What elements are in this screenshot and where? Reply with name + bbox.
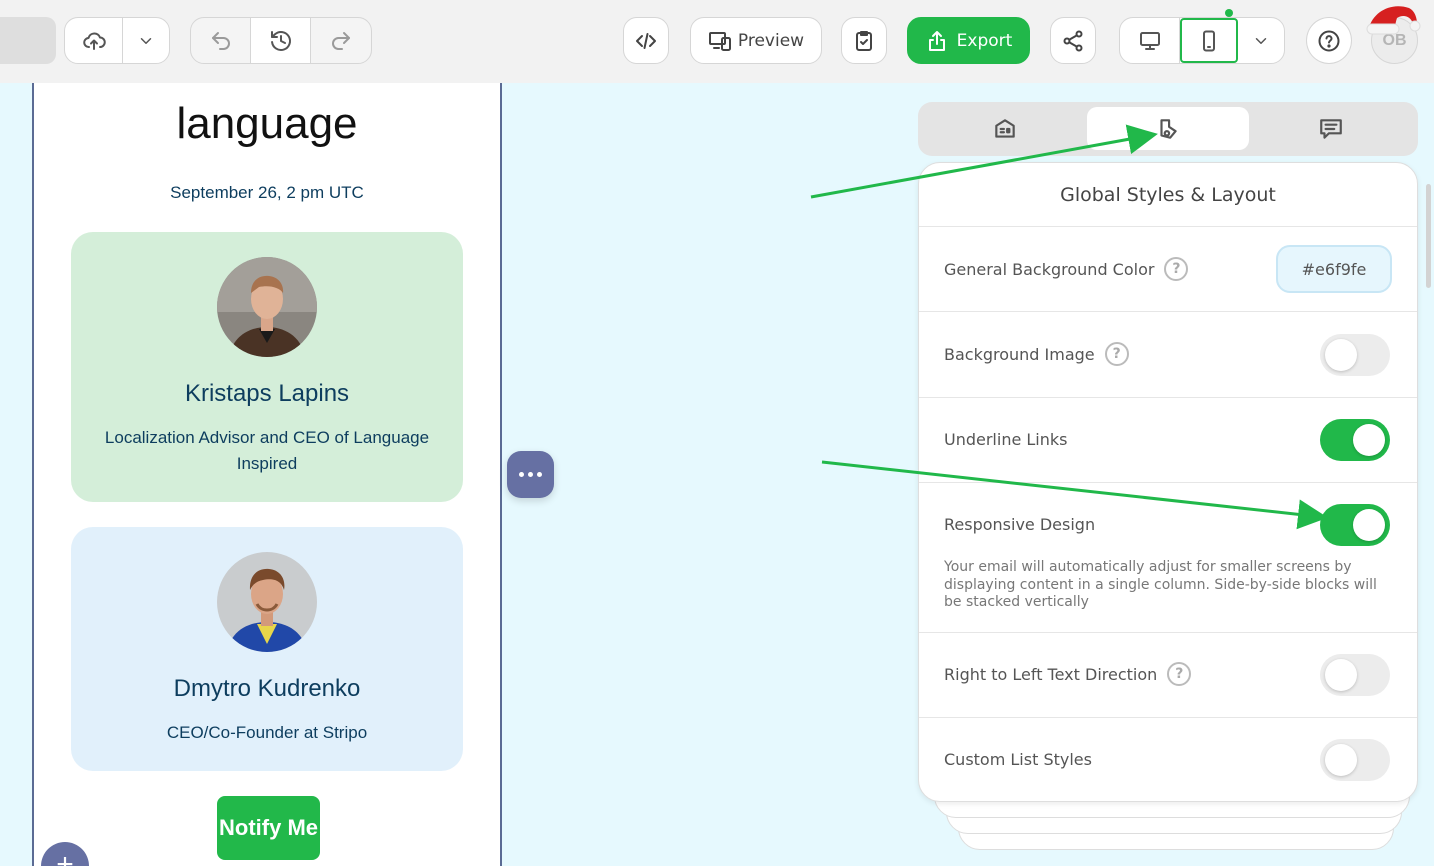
background-color-input[interactable]: #e6f9fe (1276, 245, 1392, 293)
setting-label: Background Image ? (944, 342, 1129, 366)
chevron-down-icon (1255, 37, 1266, 44)
help-button[interactable] (1306, 17, 1352, 64)
dot-icon (537, 472, 542, 477)
setting-row-background-color: General Background Color ? #e6f9fe (919, 227, 1417, 312)
mobile-view-button[interactable] (1180, 18, 1238, 63)
setting-label-text: Custom List Styles (944, 750, 1092, 769)
version-history-button[interactable] (251, 18, 311, 63)
email-heading: language (176, 99, 358, 148)
devices-icon (708, 31, 731, 51)
speaker-card[interactable]: Kristaps Lapins Localization Advisor and… (71, 232, 463, 502)
panel-title: Global Styles & Layout (919, 163, 1417, 227)
history-icon (270, 30, 291, 51)
undo-button[interactable] (191, 18, 252, 63)
speaker-name: Kristaps Lapins (184, 380, 350, 407)
dot-icon (528, 472, 533, 477)
save-group (64, 17, 170, 64)
custom-list-toggle[interactable] (1320, 739, 1390, 781)
device-switcher (1119, 17, 1285, 64)
speaker-card[interactable]: Dmytro Kudrenko CEO/Co-Founder at Stripo (71, 527, 463, 771)
dot-icon (519, 472, 524, 477)
speaker-name: Dmytro Kudrenko (173, 675, 361, 702)
setting-row-custom-list: Custom List Styles (919, 718, 1417, 801)
device-options-dropdown[interactable] (1238, 18, 1283, 63)
history-group (190, 17, 372, 64)
export-label: Export (956, 30, 1013, 51)
blocks-icon (995, 118, 1015, 138)
undo-icon (211, 31, 230, 50)
mobile-icon (1203, 30, 1215, 51)
export-icon (928, 30, 945, 51)
paint-bucket-icon (1160, 118, 1177, 139)
setting-label-text: Background Image (944, 344, 1095, 364)
preview-button[interactable]: Preview (690, 17, 822, 64)
speaker-photo (217, 552, 317, 652)
mobile-active-dot (1225, 9, 1233, 17)
desktop-icon (1139, 31, 1160, 50)
rtl-toggle[interactable] (1320, 654, 1390, 696)
responsive-design-description: Your email will automatically adjust for… (944, 559, 1377, 610)
more-options-button[interactable] (507, 451, 554, 498)
setting-row-underline-links: Underline Links (919, 398, 1417, 483)
desktop-view-button[interactable] (1120, 18, 1180, 63)
background-image-toggle[interactable] (1320, 334, 1390, 376)
help-icon[interactable]: ? (1164, 257, 1189, 281)
settings-tabs (918, 102, 1418, 156)
event-date: September 26, 2 pm UTC (170, 183, 364, 202)
share-button[interactable] (1050, 17, 1096, 64)
setting-label: Responsive Design (944, 515, 1095, 534)
setting-label-text: Underline Links (944, 430, 1068, 449)
clipboard-check-icon (856, 30, 872, 51)
top-toolbar: Preview Export OB (0, 0, 1434, 83)
chevron-down-icon (140, 37, 152, 44)
setting-label: Custom List Styles (944, 750, 1092, 769)
tab-global-styles[interactable] (1087, 107, 1249, 150)
cloud-upload-button[interactable] (65, 18, 123, 63)
setting-label: Underline Links (944, 430, 1068, 449)
global-styles-panel: Global Styles & Layout General Backgroun… (918, 162, 1418, 802)
setting-label: General Background Color ? (944, 257, 1189, 281)
code-editor-button[interactable] (623, 17, 669, 64)
speaker-role: Localization Advisor and CEO of Language… (104, 428, 430, 473)
help-icon[interactable]: ? (1167, 662, 1192, 686)
cloud-upload-icon (82, 31, 106, 50)
email-preview-frame[interactable]: language September 26, 2 pm UTC Kristaps… (32, 83, 502, 866)
toolbar-left-stub[interactable] (0, 17, 56, 64)
setting-label-text: Right to Left Text Direction (944, 664, 1158, 684)
setting-label: Right to Left Text Direction ? (944, 662, 1192, 686)
help-icon[interactable]: ? (1104, 342, 1129, 366)
setting-label-text: General Background Color (944, 259, 1155, 279)
redo-icon (331, 31, 350, 50)
setting-row-rtl: Right to Left Text Direction ? (919, 633, 1417, 718)
redo-button[interactable] (311, 18, 371, 63)
setting-row-responsive-design: Responsive Design Your email will automa… (919, 483, 1417, 633)
speaker-role: CEO/Co-Founder at Stripo (166, 723, 368, 742)
panel-scrollbar[interactable] (1426, 184, 1431, 288)
tab-content-blocks[interactable] (924, 107, 1086, 150)
code-icon (636, 32, 656, 49)
santa-hat-icon (1366, 6, 1421, 35)
save-options-dropdown[interactable] (123, 18, 169, 63)
share-icon (1063, 30, 1083, 51)
underline-links-toggle[interactable] (1320, 419, 1390, 461)
test-checklist-button[interactable] (841, 17, 887, 64)
setting-label-text: Responsive Design (944, 515, 1096, 534)
question-circle-icon (1318, 30, 1340, 51)
preview-label: Preview (737, 30, 805, 51)
message-icon (1320, 118, 1342, 139)
export-button[interactable]: Export (907, 17, 1030, 64)
setting-row-background-image: Background Image ? (919, 312, 1417, 398)
responsive-design-toggle[interactable] (1320, 504, 1390, 546)
speaker-photo (217, 257, 317, 357)
notify-me-button[interactable]: Notify Me (217, 796, 320, 860)
tab-comments[interactable] (1250, 107, 1412, 150)
